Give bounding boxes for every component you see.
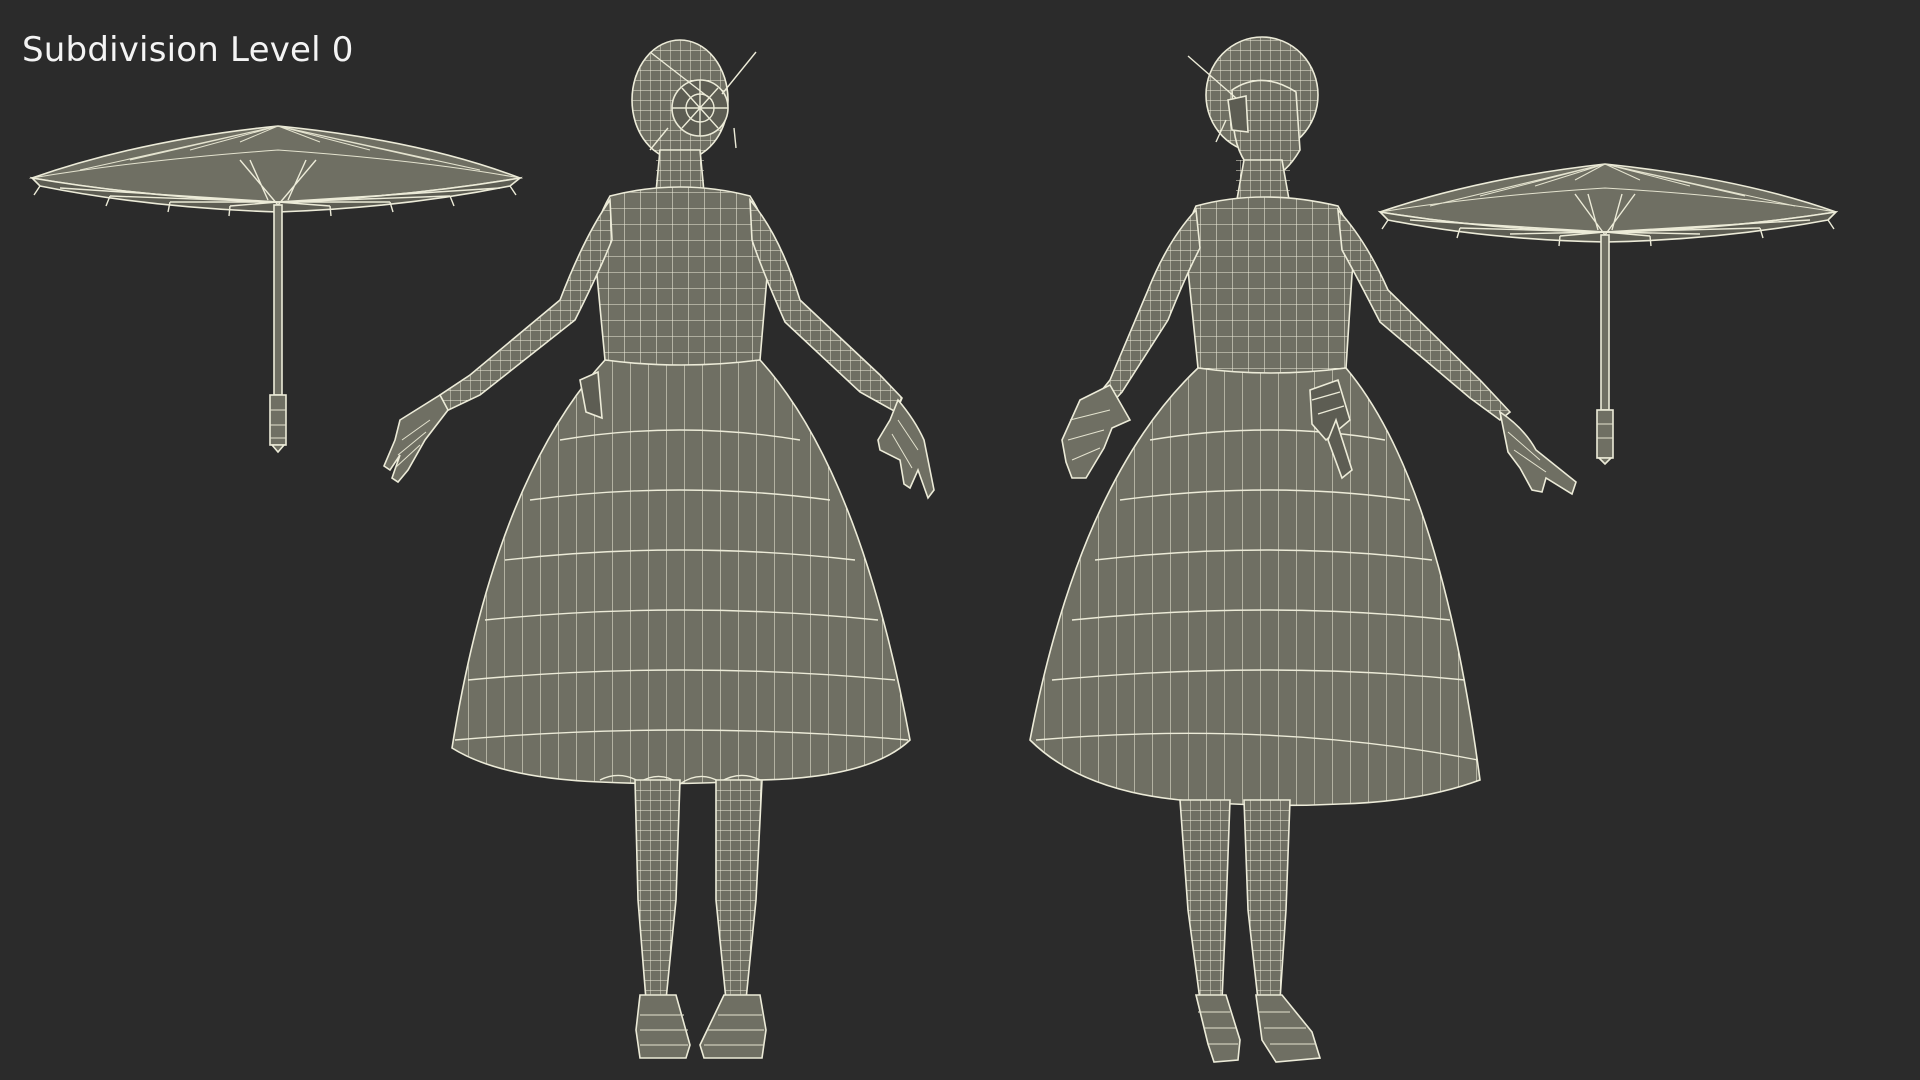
- umbrella-right: [1377, 163, 1839, 466]
- viewport-render: Subdivision Level 0: [0, 0, 1920, 1080]
- scene-render: [28, 36, 1839, 1063]
